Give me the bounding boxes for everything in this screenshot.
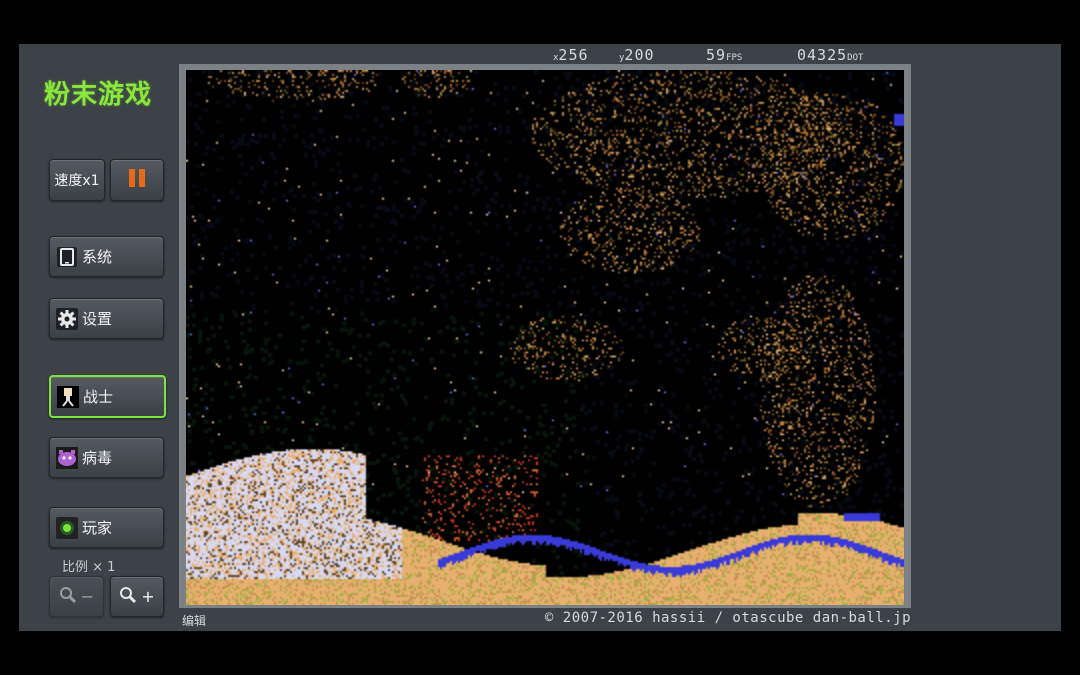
dot-unit: DOT bbox=[847, 53, 864, 63]
fps-value: 59 bbox=[706, 46, 727, 64]
cursor-y-readout: y200 bbox=[619, 46, 655, 64]
virus-icon bbox=[56, 446, 78, 469]
settings-button[interactable]: 设置 bbox=[49, 298, 164, 339]
game-canvas[interactable] bbox=[186, 70, 904, 605]
dot-count-value: 04325 bbox=[797, 46, 848, 64]
magnifier-icon bbox=[59, 586, 77, 608]
game-window: 粉末游戏 速度x1 系统 设置 战士 病毒 玩家 比例 × 1 − + x256… bbox=[19, 44, 1061, 631]
virus-label: 病毒 bbox=[82, 449, 113, 467]
player-button[interactable]: 玩家 bbox=[49, 507, 164, 548]
zoom-out-button[interactable]: − bbox=[49, 576, 104, 617]
fighter-icon bbox=[57, 385, 79, 408]
zoom-in-button[interactable]: + bbox=[110, 576, 164, 617]
system-button[interactable]: 系统 bbox=[49, 236, 164, 277]
tablet-icon bbox=[56, 246, 78, 268]
zoom-in-label: + bbox=[141, 587, 155, 606]
player-label: 玩家 bbox=[82, 519, 113, 537]
cursor-x-value: 256 bbox=[558, 46, 589, 64]
fighter-label: 战士 bbox=[83, 388, 114, 406]
gear-icon bbox=[56, 307, 78, 330]
virus-button[interactable]: 病毒 bbox=[49, 437, 164, 478]
settings-label: 设置 bbox=[82, 310, 113, 328]
fighter-button[interactable]: 战士 bbox=[49, 375, 166, 418]
pause-button[interactable] bbox=[110, 159, 164, 201]
dot-count-readout: 04325DOT bbox=[797, 46, 863, 64]
fps-unit: FPS bbox=[726, 53, 743, 63]
system-label: 系统 bbox=[82, 248, 113, 266]
pause-icon bbox=[126, 167, 148, 193]
game-title: 粉末游戏 bbox=[44, 80, 153, 110]
stats-bar: x256 y200 59FPS 04325DOT bbox=[549, 46, 911, 64]
magnifier-icon bbox=[119, 586, 137, 608]
cursor-x-readout: x256 bbox=[553, 46, 589, 64]
edit-label[interactable]: 编辑 bbox=[182, 612, 206, 629]
player-icon bbox=[56, 516, 78, 539]
zoom-out-label: − bbox=[80, 587, 95, 606]
speed-label: 速度x1 bbox=[54, 173, 100, 189]
game-canvas-frame bbox=[179, 64, 911, 608]
cursor-y-value: 200 bbox=[624, 46, 655, 64]
copyright-text: © 2007-2016 hassii / otascube dan-ball.j… bbox=[544, 610, 911, 626]
speed-button[interactable]: 速度x1 bbox=[49, 159, 105, 201]
fps-readout: 59FPS bbox=[706, 46, 742, 64]
scale-label: 比例 × 1 bbox=[62, 560, 116, 575]
